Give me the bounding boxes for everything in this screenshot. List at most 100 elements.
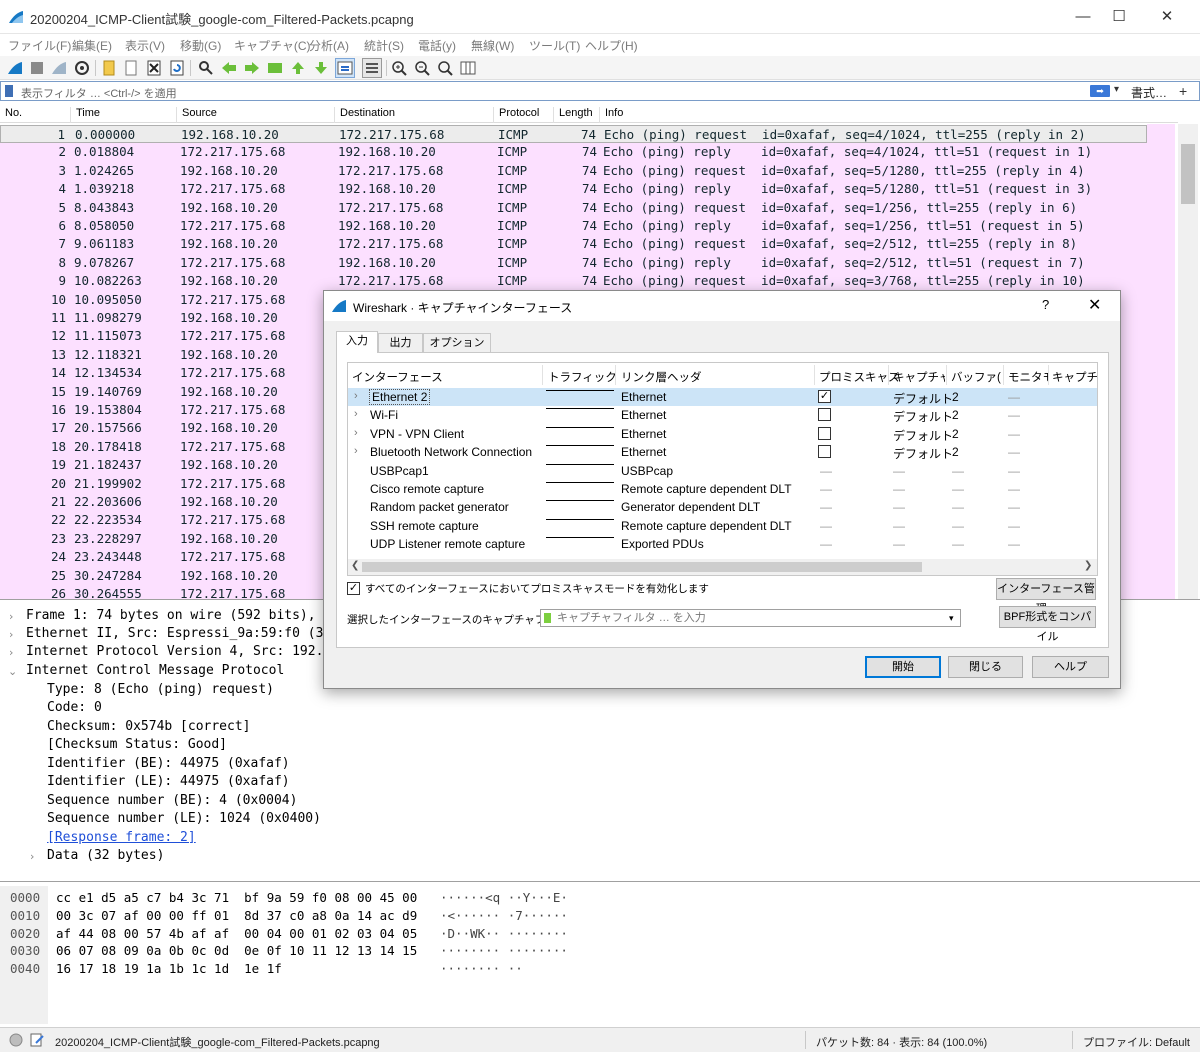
snaplen-value[interactable]: デフォルト: [893, 390, 953, 407]
interface-row[interactable]: › Ethernet 2 Ethernet ✓ デフォルト 2 —: [348, 388, 1097, 407]
column-header-interface[interactable]: インターフェース: [352, 369, 443, 385]
interface-row[interactable]: SSH remote capture Remote capture depende…: [348, 517, 1097, 535]
expand-chevron-icon[interactable]: ›: [9, 610, 13, 623]
tab-input[interactable]: 入力: [336, 331, 378, 353]
detail-ip[interactable]: Internet Protocol Version 4, Src: 192.16: [26, 644, 339, 659]
filter-expression-button[interactable]: 書式…: [1131, 84, 1167, 101]
find-packet-icon[interactable]: [197, 59, 215, 77]
menu-tools[interactable]: ツール(T): [529, 37, 580, 54]
detail-identifier-be[interactable]: Identifier (BE): 44975 (0xafaf): [47, 756, 290, 771]
capture-comment-icon[interactable]: [30, 1033, 44, 1047]
menu-telephony[interactable]: 電話(y): [418, 37, 456, 54]
promiscuous-checkbox[interactable]: [818, 426, 831, 440]
manage-interfaces-button[interactable]: インターフェース管理...: [996, 578, 1096, 615]
scrollbar-thumb[interactable]: [1181, 144, 1195, 204]
scrollbar-thumb[interactable]: [362, 562, 922, 572]
go-forward-icon[interactable]: [243, 59, 261, 77]
hex-offset[interactable]: 0030: [10, 943, 40, 958]
expand-chevron-icon[interactable]: ›: [354, 427, 358, 439]
menu-edit[interactable]: 編集(E): [72, 37, 112, 54]
buffer-value[interactable]: —: [952, 482, 964, 496]
dialog-close-button[interactable]: ✕: [1088, 295, 1101, 315]
buffer-value[interactable]: —: [952, 519, 964, 533]
buffer-value[interactable]: 2: [952, 390, 959, 404]
open-file-icon[interactable]: [100, 59, 118, 77]
column-header-traffic[interactable]: トラフィック: [548, 369, 617, 385]
menu-statistics[interactable]: 統計(S): [364, 37, 404, 54]
stop-capture-icon[interactable]: [28, 59, 46, 77]
snaplen-value[interactable]: —: [893, 500, 905, 514]
restart-capture-icon[interactable]: [50, 59, 68, 77]
add-filter-button[interactable]: +: [1179, 83, 1187, 99]
hex-bytes[interactable]: cc e1 d5 a5 c7 b4 3c 71 bf 9a 59 f0 08 0…: [56, 890, 417, 905]
snaplen-value[interactable]: —: [893, 537, 905, 551]
detail-sequence-be[interactable]: Sequence number (BE): 4 (0x0004): [47, 793, 297, 808]
display-filter-input[interactable]: 表示フィルタ … <Ctrl-/> を適用: [21, 85, 177, 101]
menu-wireless[interactable]: 無線(W): [471, 37, 514, 54]
packet-row[interactable]: 4 1.039218 172.217.175.68 192.168.10.20 ICMP…: [0, 180, 1147, 199]
packet-minimap[interactable]: [1147, 124, 1175, 599]
snaplen-value[interactable]: デフォルト: [893, 427, 953, 444]
snaplen-value[interactable]: —: [893, 464, 905, 478]
buffer-value[interactable]: —: [952, 500, 964, 514]
scroll-left-icon[interactable]: ❮: [351, 560, 359, 571]
expand-chevron-icon[interactable]: ›: [354, 408, 358, 420]
zoom-in-icon[interactable]: [390, 59, 408, 77]
detail-icmp-code[interactable]: Code: 0: [47, 700, 102, 715]
resize-columns-icon[interactable]: [459, 59, 477, 77]
maximize-button[interactable]: ☐: [1096, 0, 1142, 34]
bookmark-icon[interactable]: [5, 85, 13, 97]
detail-frame[interactable]: Frame 1: 74 bytes on wire (592 bits), 74: [26, 608, 339, 623]
interface-table-hscroll[interactable]: ❮ ❯: [348, 559, 1097, 575]
start-capture-icon[interactable]: [6, 59, 24, 77]
detail-data[interactable]: Data (32 bytes): [47, 848, 164, 863]
buffer-value[interactable]: 2: [952, 427, 959, 441]
snaplen-value[interactable]: —: [893, 519, 905, 533]
packet-row[interactable]: 3 1.024265 192.168.10.20 172.217.175.68 ICMP…: [0, 161, 1147, 181]
zoom-normal-icon[interactable]: [436, 59, 454, 77]
packet-row[interactable]: 8 9.078267 172.217.175.68 192.168.10.20 ICMP…: [0, 253, 1147, 273]
interface-row[interactable]: Cisco remote capture Remote capture depen…: [348, 480, 1097, 498]
interface-row[interactable]: UDP Listener remote capture Exported PDUs…: [348, 535, 1097, 553]
column-header-destination[interactable]: Destination: [334, 107, 395, 123]
column-header-no[interactable]: No.: [0, 107, 22, 123]
go-to-packet-icon[interactable]: [266, 59, 284, 77]
buffer-value[interactable]: 2: [952, 445, 959, 459]
capture-options-icon[interactable]: [73, 59, 91, 77]
expand-chevron-icon[interactable]: ›: [9, 628, 13, 641]
close-button[interactable]: ✕: [1144, 0, 1190, 34]
column-header-protocol[interactable]: Protocol: [493, 107, 539, 123]
capture-filter-input[interactable]: キャプチャフィルタ … を入力 ▾: [540, 609, 961, 627]
buffer-value[interactable]: —: [952, 464, 964, 478]
interface-row[interactable]: › Bluetooth Network Connection Ethernet デフォ…: [348, 443, 1097, 461]
interface-row[interactable]: USBPcap1 USBPcap — — — —: [348, 462, 1097, 480]
menu-file[interactable]: ファイル(F): [8, 37, 71, 54]
hex-offset[interactable]: 0040: [10, 961, 40, 976]
detail-icmp-checksum[interactable]: Checksum: 0x574b [correct]: [47, 719, 251, 734]
menu-go[interactable]: 移動(G): [180, 37, 221, 54]
hex-offset[interactable]: 0010: [10, 908, 40, 923]
packet-row[interactable]: 1 0.000000 192.168.10.20 172.217.175.68 ICMP…: [0, 125, 1147, 144]
detail-checksum-status[interactable]: [Checksum Status: Good]: [47, 737, 227, 752]
hex-ascii[interactable]: ········ ········: [440, 943, 568, 958]
menu-capture[interactable]: キャプチャ(C): [234, 37, 311, 54]
hex-bytes[interactable]: 16 17 18 19 1a 1b 1c 1d 1e 1f: [56, 961, 282, 976]
tab-options[interactable]: オプション: [423, 333, 491, 353]
hex-ascii[interactable]: ········ ··: [440, 961, 523, 976]
column-header-buffer[interactable]: バッファ(メ: [951, 369, 1001, 385]
close-file-icon[interactable]: [145, 59, 163, 77]
menu-analyze[interactable]: 分析(A): [309, 37, 349, 54]
expand-chevron-icon[interactable]: ›: [354, 445, 358, 457]
reload-file-icon[interactable]: [168, 59, 186, 77]
expand-chevron-icon[interactable]: ›: [354, 390, 358, 402]
hex-offset[interactable]: 0020: [10, 926, 40, 941]
hex-bytes[interactable]: 06 07 08 09 0a 0b 0c 0d 0e 0f 10 11 12 1…: [56, 943, 417, 958]
hex-ascii[interactable]: ·D··WK·· ········: [440, 926, 568, 941]
column-header-link-layer[interactable]: リンク層ヘッダ: [621, 369, 702, 385]
status-profile[interactable]: プロファイル: Default: [1083, 1034, 1190, 1050]
expert-info-icon[interactable]: [9, 1033, 23, 1047]
go-back-icon[interactable]: [220, 59, 238, 77]
column-header-monitor-mode[interactable]: モニタモ: [1008, 369, 1048, 385]
save-file-icon[interactable]: [122, 59, 140, 77]
column-header-snaplen[interactable]: キャプチャ!: [893, 369, 945, 385]
